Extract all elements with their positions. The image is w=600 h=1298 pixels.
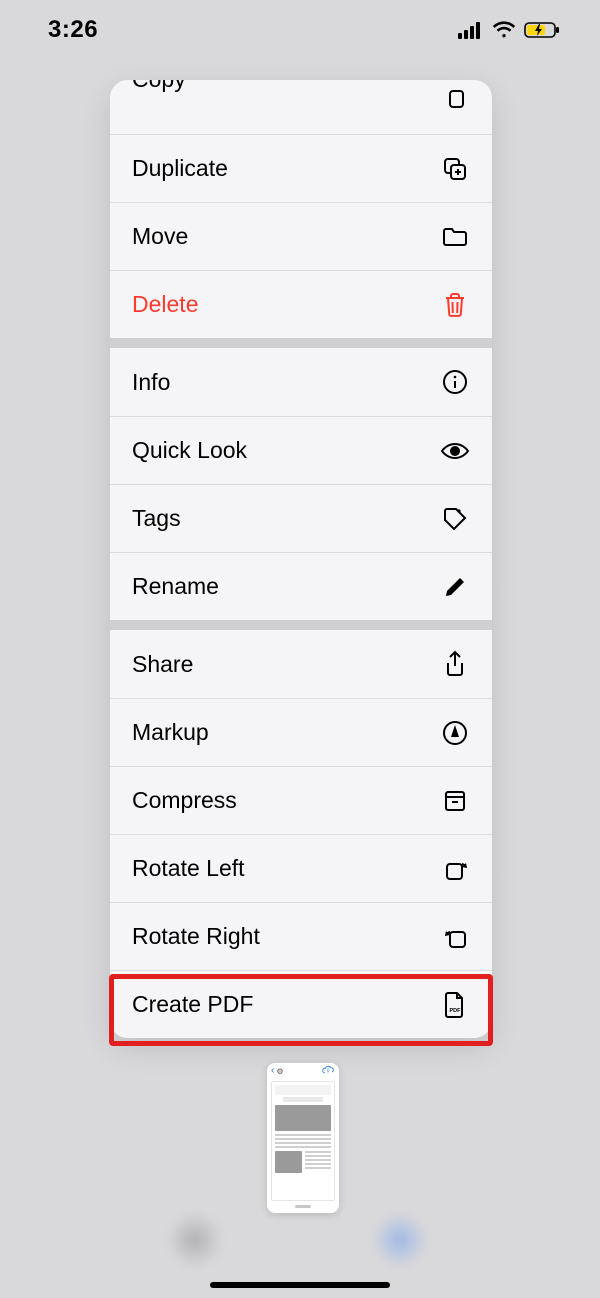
battery-charging-icon — [524, 21, 560, 39]
cloud-icon — [321, 1063, 335, 1080]
menu-item-rotate-right[interactable]: Rotate Right — [110, 902, 492, 970]
menu-item-label: Duplicate — [132, 155, 228, 182]
menu-item-create-pdf[interactable]: Create PDF PDF — [110, 970, 492, 1038]
menu-item-label: Rotate Left — [132, 855, 245, 882]
menu-item-duplicate[interactable]: Duplicate — [110, 134, 492, 202]
back-chevron-icon: ‹ — [271, 1066, 274, 1076]
folder-icon — [440, 222, 470, 252]
status-bar: 3:26 — [0, 0, 600, 60]
markup-icon — [440, 718, 470, 748]
duplicate-icon — [440, 154, 470, 184]
copy-icon — [440, 86, 470, 116]
pencil-icon — [440, 572, 470, 602]
gear-icon: ⚙ — [276, 1067, 283, 1076]
archive-icon — [440, 786, 470, 816]
status-time: 3:26 — [48, 16, 98, 44]
status-icons — [458, 21, 560, 39]
menu-item-rotate-left[interactable]: Rotate Left — [110, 834, 492, 902]
context-menu: Copy Duplicate Move Delete — [110, 80, 492, 1038]
menu-item-label: Rotate Right — [132, 923, 260, 950]
menu-item-label: Delete — [132, 291, 198, 318]
menu-item-move[interactable]: Move — [110, 202, 492, 270]
svg-text:PDF: PDF — [450, 1008, 462, 1014]
home-indicator[interactable] — [210, 1282, 390, 1288]
cellular-icon — [458, 21, 484, 39]
menu-item-label: Compress — [132, 787, 237, 814]
menu-item-label: Info — [132, 369, 170, 396]
menu-item-compress[interactable]: Compress — [110, 766, 492, 834]
menu-item-label: Quick Look — [132, 437, 247, 464]
info-icon — [440, 367, 470, 397]
file-preview-thumbnail[interactable]: ‹ ⚙ — [267, 1063, 339, 1213]
menu-item-quicklook[interactable]: Quick Look — [110, 416, 492, 484]
wifi-icon — [492, 21, 516, 39]
rotate-left-icon — [440, 854, 470, 884]
menu-item-delete[interactable]: Delete — [110, 270, 492, 338]
menu-item-label: Copy — [132, 80, 186, 93]
menu-item-label: Move — [132, 223, 188, 250]
rotate-right-icon — [440, 922, 470, 952]
menu-separator — [110, 620, 492, 630]
menu-item-label: Share — [132, 651, 193, 678]
menu-item-label: Create PDF — [132, 991, 253, 1018]
tag-icon — [440, 504, 470, 534]
menu-item-label: Rename — [132, 573, 219, 600]
menu-item-tags[interactable]: Tags — [110, 484, 492, 552]
menu-item-label: Markup — [132, 719, 209, 746]
menu-item-info[interactable]: Info — [110, 348, 492, 416]
menu-item-label: Tags — [132, 505, 181, 532]
menu-item-copy[interactable]: Copy — [110, 80, 492, 134]
menu-item-share[interactable]: Share — [110, 630, 492, 698]
menu-separator — [110, 338, 492, 348]
menu-item-markup[interactable]: Markup — [110, 698, 492, 766]
pdf-file-icon: PDF — [440, 990, 470, 1020]
eye-icon — [440, 436, 470, 466]
share-icon — [440, 649, 470, 679]
menu-item-rename[interactable]: Rename — [110, 552, 492, 620]
trash-icon — [440, 290, 470, 320]
